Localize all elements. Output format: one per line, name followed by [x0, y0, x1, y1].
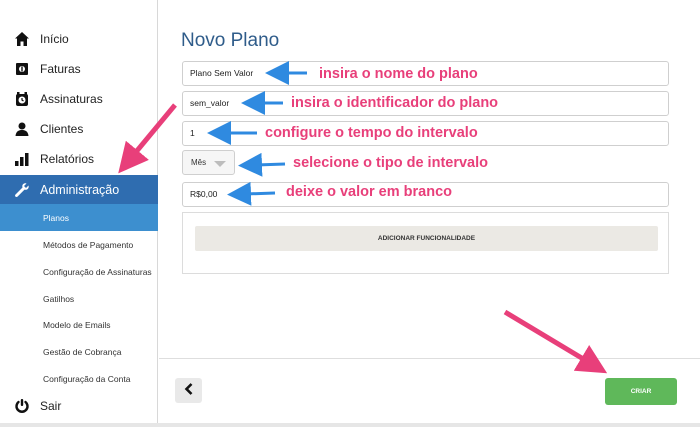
interval-value: 1: [190, 128, 195, 138]
home-icon: [14, 31, 30, 47]
features-box: ADICIONAR FUNCIONALIDADE: [182, 212, 669, 274]
annotation-identifier: insira o identificador do plano: [291, 95, 499, 111]
submenu-item-label: Modelo de Emails: [43, 319, 111, 330]
back-button[interactable]: [175, 378, 202, 403]
submenu-item-modelo-emails[interactable]: Modelo de Emails: [0, 311, 158, 338]
submenu-item-label: Métodos de Pagamento: [43, 239, 134, 250]
chevron-left-icon: [184, 382, 194, 400]
annotation-interval: configure o tempo do intervalo: [265, 125, 478, 141]
sidebar-item-label: Faturas: [40, 62, 81, 76]
annotation-price: deixe o valor em branco: [286, 184, 453, 200]
sidebar-item-label: Clientes: [40, 122, 84, 136]
bar-chart-icon: [14, 151, 30, 167]
user-icon: [14, 121, 30, 137]
interval-type-select[interactable]: Mês: [182, 150, 235, 175]
sidebar-item-assinaturas[interactable]: Assinaturas: [0, 84, 158, 114]
create-button[interactable]: CRIAR: [605, 378, 677, 405]
page-title: Novo Plano: [181, 30, 280, 51]
sidebar: Início Faturas Assinaturas Clientes Rela: [0, 0, 158, 423]
window-bottom-bar: [0, 423, 700, 427]
sidebar-item-label: Administração: [40, 183, 120, 197]
add-feature-button[interactable]: ADICIONAR FUNCIONALIDADE: [195, 226, 658, 251]
plan-name-value: Plano Sem Valor: [190, 68, 254, 78]
footer-divider: [159, 358, 700, 359]
sidebar-item-label: Assinaturas: [40, 92, 103, 106]
app-frame: Início Faturas Assinaturas Clientes Rela: [0, 0, 700, 427]
submenu-item-label: Configuração de Assinaturas: [43, 266, 152, 277]
alarm-clock-icon: [14, 91, 30, 107]
submenu-item-label: Configuração da Conta: [43, 373, 131, 384]
interval-type-value: Mês: [191, 158, 207, 167]
submenu-item-gatilhos[interactable]: Gatilhos: [0, 285, 158, 312]
sidebar-item-label: Relatórios: [40, 152, 95, 166]
annotation-interval-type: selecione o tipo de intervalo: [293, 155, 488, 171]
submenu-item-configuracao-conta[interactable]: Configuração da Conta: [0, 365, 158, 392]
sidebar-item-clientes[interactable]: Clientes: [0, 114, 158, 144]
plan-identifier-value: sem_valor: [190, 98, 230, 108]
power-icon: [14, 398, 30, 414]
chevron-down-icon: [214, 161, 226, 167]
submenu-item-planos[interactable]: Planos: [0, 204, 158, 231]
submenu-item-gestao-cobranca[interactable]: Gestão de Cobrança: [0, 338, 158, 365]
sidebar-item-administracao[interactable]: Administração: [0, 175, 158, 205]
price-value: R$0,00: [190, 189, 218, 199]
sidebar-item-relatorios[interactable]: Relatórios: [0, 144, 158, 174]
submenu-item-label: Gestão de Cobrança: [43, 346, 122, 357]
annotation-name: insira o nome do plano: [319, 66, 478, 82]
wrench-icon: [14, 182, 30, 198]
submenu-item-label: Planos: [43, 212, 69, 223]
sidebar-item-label: Início: [40, 32, 69, 46]
sidebar-item-inicio[interactable]: Início: [0, 24, 158, 54]
submenu-item-configuracao-assinaturas[interactable]: Configuração de Assinaturas: [0, 258, 158, 285]
submenu-item-metodos-pagamento[interactable]: Métodos de Pagamento: [0, 231, 158, 258]
invoice-icon: [14, 61, 30, 77]
sidebar-item-label: Sair: [40, 399, 62, 413]
main-panel: Novo Plano Plano Sem Valor sem_valor 1 M…: [159, 0, 700, 423]
sidebar-item-faturas[interactable]: Faturas: [0, 54, 158, 84]
submenu-item-label: Gatilhos: [43, 293, 75, 304]
sidebar-item-sair[interactable]: Sair: [0, 391, 158, 421]
